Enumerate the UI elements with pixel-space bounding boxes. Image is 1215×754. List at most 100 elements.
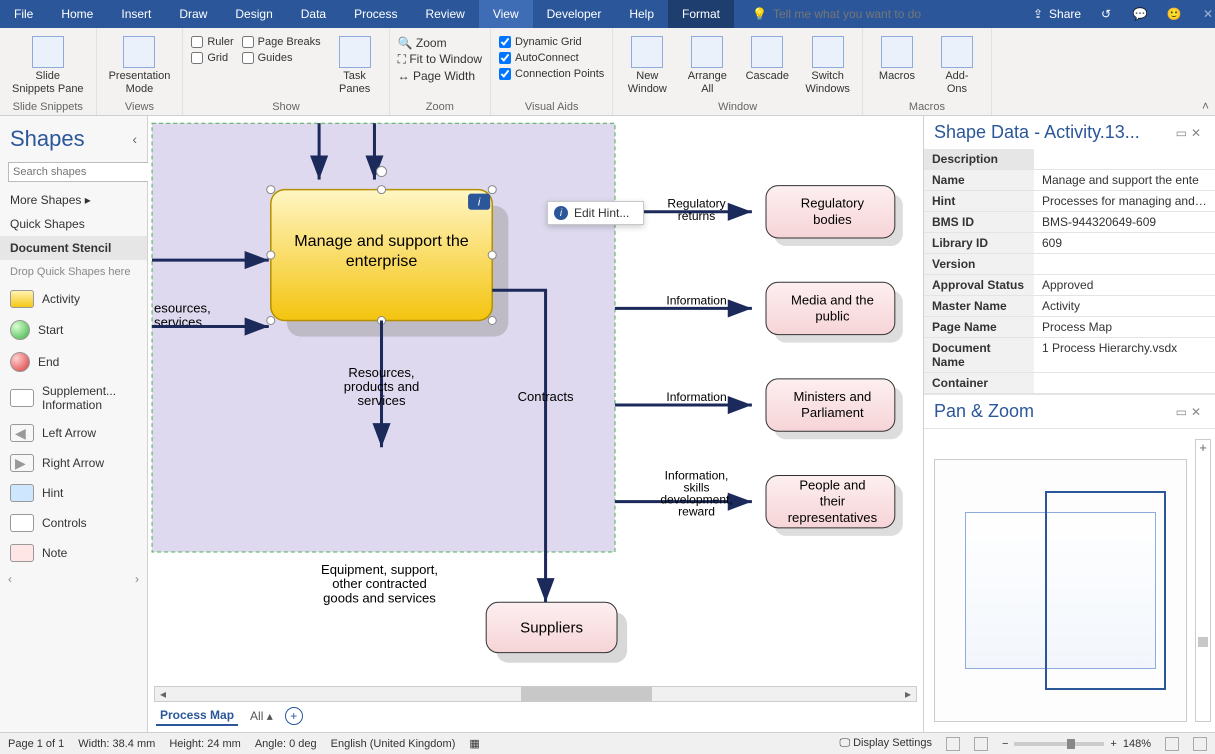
edit-hint-popup[interactable]: i Edit Hint... <box>547 201 644 225</box>
add-page-button[interactable]: + <box>285 707 303 725</box>
comments-icon[interactable]: 💬 <box>1131 5 1149 23</box>
zoom-in-icon[interactable]: + <box>1196 440 1210 455</box>
zoom-slider[interactable] <box>1014 742 1104 746</box>
zoom-button[interactable]: 🔍 Zoom <box>398 36 482 50</box>
shape-data-value: 609 <box>1034 233 1215 254</box>
tell-me-input[interactable] <box>773 7 1033 21</box>
horizontal-scrollbar[interactable]: ◂ ▸ <box>154 686 917 702</box>
addons-button[interactable]: Add- Ons <box>931 32 983 96</box>
stencil-next-icon[interactable]: › <box>135 572 139 586</box>
document-stencil-link[interactable]: Document Stencil <box>0 236 147 260</box>
scroll-right-icon[interactable]: ▸ <box>900 687 916 701</box>
tell-me-search[interactable]: 💡 <box>740 7 1033 21</box>
page-breaks-checkbox[interactable]: Page Breaks <box>242 36 321 48</box>
more-shapes-link[interactable]: More Shapes ▸ <box>0 188 147 212</box>
zoom-in-button[interactable]: + <box>1110 738 1116 750</box>
shape-data-row[interactable]: Version <box>924 254 1215 275</box>
cascade-button[interactable]: Cascade <box>741 32 793 96</box>
switch-windows-icon[interactable] <box>1193 737 1207 751</box>
stencil-ra[interactable]: Right Arrow <box>0 448 147 478</box>
shape-swatch-icon <box>10 320 30 340</box>
panel-pop-icon[interactable]: ▭ <box>1176 126 1191 140</box>
quick-shapes-link[interactable]: Quick Shapes <box>0 212 147 236</box>
tab-design[interactable]: Design <box>221 0 286 28</box>
smiley-icon[interactable]: 🙂 <box>1165 5 1183 23</box>
tab-developer[interactable]: Developer <box>533 0 616 28</box>
stencil-ctrl[interactable]: Controls <box>0 508 147 538</box>
tab-insert[interactable]: Insert <box>107 0 165 28</box>
zoom-percent[interactable]: 148% <box>1123 738 1151 750</box>
grid-checkbox[interactable]: Grid <box>191 52 233 64</box>
stencil-end[interactable]: End <box>0 346 147 378</box>
shape-data-row[interactable]: Approval StatusApproved <box>924 275 1215 296</box>
tab-draw[interactable]: Draw <box>165 0 221 28</box>
tab-process[interactable]: Process <box>340 0 411 28</box>
zoom-out-button[interactable]: − <box>1002 738 1008 750</box>
drawing-canvas[interactable]: esources,services Manage and support the… <box>148 116 923 686</box>
stencil-la[interactable]: Left Arrow <box>0 418 147 448</box>
tab-file[interactable]: File <box>0 0 47 28</box>
arrange-all-button[interactable]: Arrange All <box>681 32 733 96</box>
slide-snippets-pane-button[interactable]: Slide Snippets Pane <box>8 32 88 96</box>
collapse-shapes-icon[interactable]: ‹ <box>132 131 137 147</box>
zoom-slider-thumb[interactable] <box>1198 637 1208 647</box>
tab-help[interactable]: Help <box>615 0 668 28</box>
shape-data-row[interactable]: Page NameProcess Map <box>924 317 1215 338</box>
shape-data-row[interactable]: Library ID609 <box>924 233 1215 254</box>
shapes-search-input[interactable] <box>8 162 160 182</box>
shape-data-row[interactable]: Master NameActivity <box>924 296 1215 317</box>
stencil-activity[interactable]: Activity <box>0 284 147 314</box>
stencil-note[interactable]: Note <box>0 538 147 568</box>
connection-points-checkbox[interactable]: Connection Points <box>499 68 604 80</box>
macro-record-icon[interactable]: ▦ <box>469 737 479 750</box>
scroll-left-icon[interactable]: ◂ <box>155 687 171 701</box>
presentation-mode-button[interactable]: Presentation Mode <box>105 32 175 96</box>
status-language[interactable]: English (United Kingdom) <box>331 738 456 750</box>
fit-to-window-button[interactable]: ⛶ Fit to Window <box>398 52 482 67</box>
pan-zoom-viewport[interactable] <box>1045 491 1165 689</box>
guides-checkbox[interactable]: Guides <box>242 52 321 64</box>
view-fullscreen-icon[interactable] <box>974 737 988 751</box>
shape-data-row[interactable]: HintProcesses for managing and su <box>924 191 1215 212</box>
group-title: Visual Aids <box>499 99 604 113</box>
autoconnect-checkbox[interactable]: AutoConnect <box>499 52 604 64</box>
tab-view[interactable]: View <box>479 0 533 28</box>
display-settings-button[interactable]: 🖵 Display Settings <box>839 737 932 750</box>
ruler-checkbox[interactable]: Ruler <box>191 36 233 48</box>
page-width-button[interactable]: ↔ Page Width <box>398 69 482 83</box>
task-panes-button[interactable]: Task Panes <box>329 32 381 96</box>
dynamic-grid-checkbox[interactable]: Dynamic Grid <box>499 36 604 48</box>
stencil-start[interactable]: Start <box>0 314 147 346</box>
panel-close-icon[interactable]: ✕ <box>1191 126 1205 140</box>
fit-page-icon[interactable] <box>1165 737 1179 751</box>
shape-data-row[interactable]: Document Name1 Process Hierarchy.vsdx <box>924 338 1215 373</box>
shape-data-row[interactable]: Container <box>924 373 1215 394</box>
stencil-hint[interactable]: Hint <box>0 478 147 508</box>
collapse-ribbon-icon[interactable]: ˄ <box>1202 99 1209 113</box>
tab-review[interactable]: Review <box>411 0 478 28</box>
sheet-tab-process-map[interactable]: Process Map <box>156 706 238 726</box>
macros-button[interactable]: Macros <box>871 32 923 96</box>
ministers-parliament-text: Ministers andParliament <box>794 389 872 420</box>
arrange-icon <box>691 36 723 68</box>
panel-close-icon[interactable]: ✕ <box>1191 405 1205 419</box>
stencil-prev-icon[interactable]: ‹ <box>8 572 12 586</box>
switch-windows-button[interactable]: Switch Windows <box>801 32 854 96</box>
new-window-button[interactable]: New Window <box>621 32 673 96</box>
tab-format[interactable]: Format <box>668 0 734 28</box>
pane-icon <box>32 36 64 68</box>
tab-data[interactable]: Data <box>287 0 340 28</box>
view-normal-icon[interactable] <box>946 737 960 751</box>
stencil-supp[interactable]: Supplement... Information <box>0 378 147 418</box>
tab-home[interactable]: Home <box>47 0 107 28</box>
pan-zoom-slider[interactable]: + <box>1195 439 1211 722</box>
close-icon[interactable]: ✕ <box>1199 5 1215 23</box>
share-button[interactable]: ⇪ Share <box>1033 7 1081 21</box>
history-icon[interactable]: ↺ <box>1097 5 1115 23</box>
shape-data-row[interactable]: NameManage and support the ente <box>924 170 1215 191</box>
scroll-thumb[interactable] <box>521 687 652 701</box>
pan-zoom-thumbnail[interactable] <box>934 459 1187 722</box>
shape-data-row[interactable]: BMS IDBMS-944320649-609 <box>924 212 1215 233</box>
panel-pop-icon[interactable]: ▭ <box>1176 405 1191 419</box>
sheet-all-dropdown[interactable]: All ▴ <box>250 709 273 723</box>
